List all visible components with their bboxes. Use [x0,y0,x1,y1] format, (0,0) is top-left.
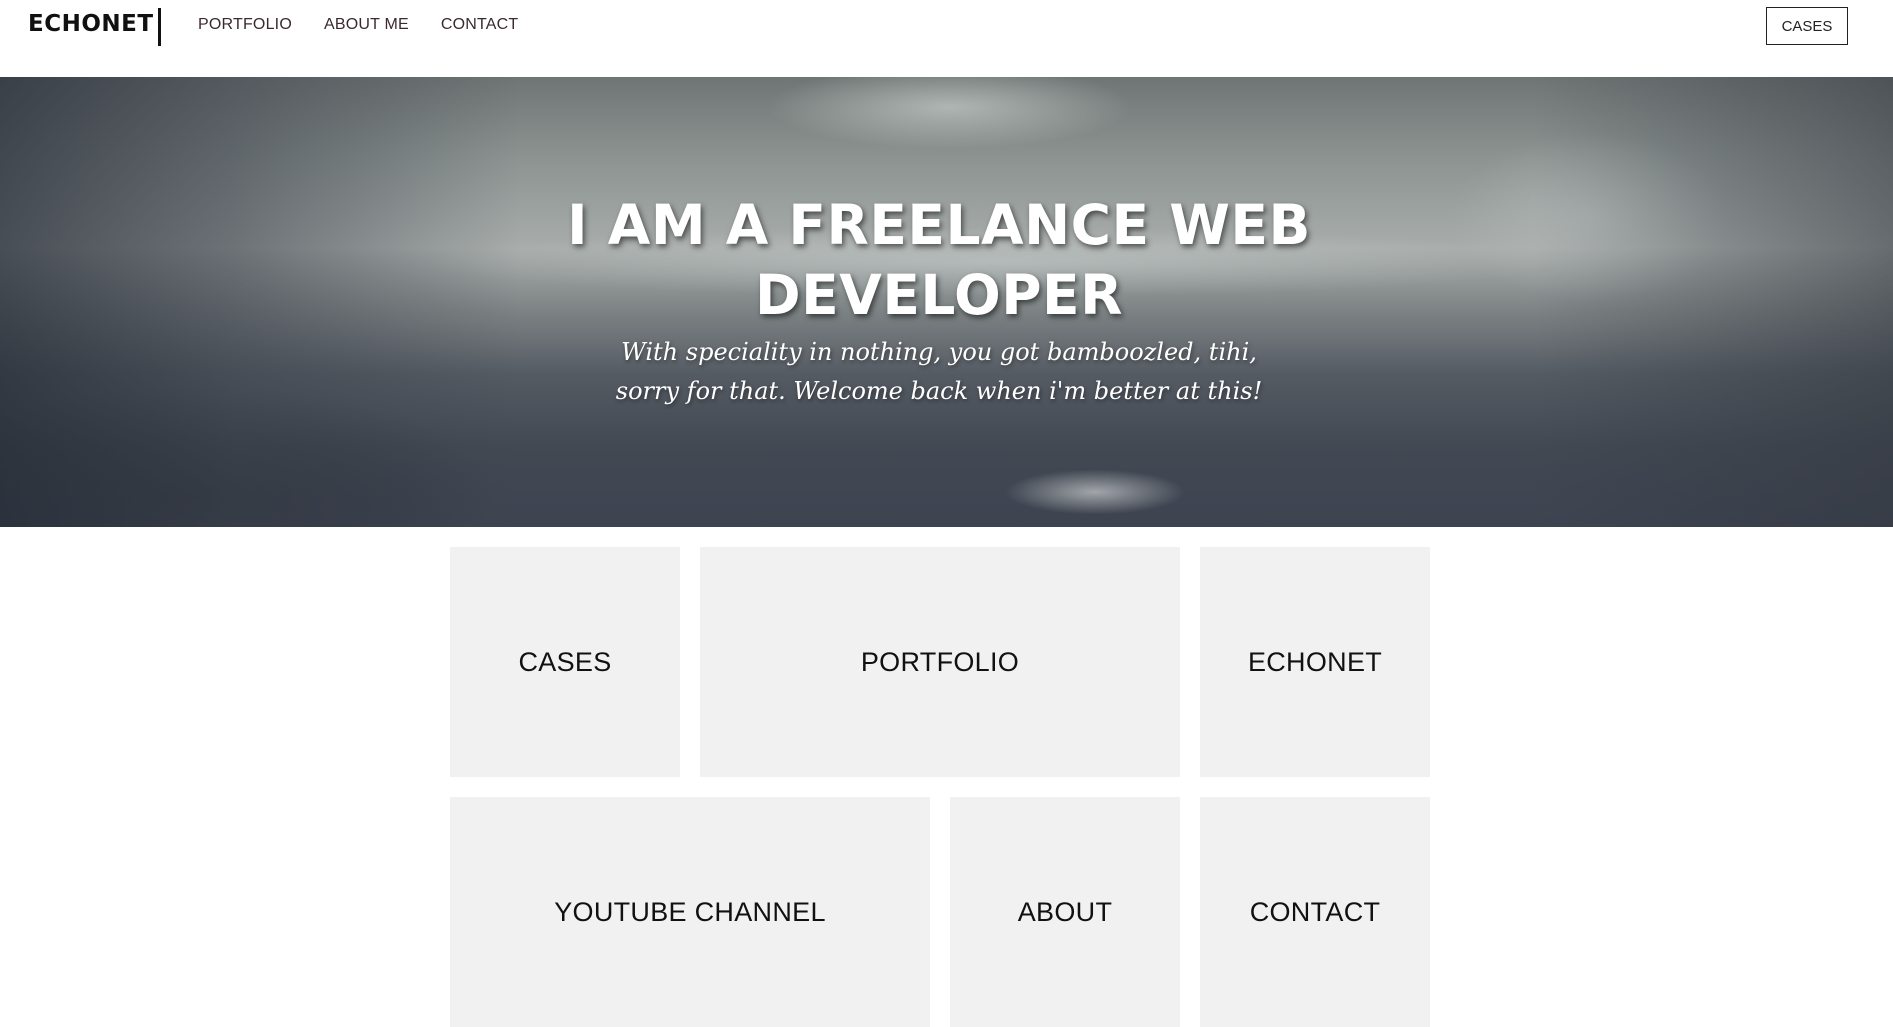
tile-youtube-channel[interactable]: YOUTUBE CHANNEL [450,797,930,1027]
tile-label: ECHONET [1247,646,1383,677]
tile-label: CONTACT [1249,896,1381,927]
hero-title-line-1: I AM A FREELANCE WEB [567,193,1311,257]
tile-label: PORTFOLIO [860,646,1020,677]
hero-title-line-2: DEVELOPER [755,263,1123,327]
tile-echonet[interactable]: ECHONET [1200,547,1430,777]
tile-label: CASES [518,646,612,677]
main-nav: PORTFOLIO ABOUT ME CONTACT [198,16,518,34]
tile-label: ABOUT [1017,896,1113,927]
nav-link-contact[interactable]: CONTACT [441,16,519,34]
brand-logo[interactable]: ECHONET [28,11,154,37]
tile-label: YOUTUBE CHANNEL [554,896,826,927]
cases-button[interactable]: CASES [1766,7,1848,45]
site-header: ECHONET PORTFOLIO ABOUT ME CONTACT CASES [0,0,1893,77]
brand-divider [158,8,161,46]
tile-cases[interactable]: CASES [450,547,680,777]
tile-contact[interactable]: CONTACT [1200,797,1430,1027]
nav-link-portfolio[interactable]: PORTFOLIO [198,16,292,34]
tile-about[interactable]: ABOUT [950,797,1180,1027]
hero-subtitle: With speciality in nothing, you got bamb… [0,333,1878,411]
nav-link-about-me[interactable]: ABOUT ME [324,16,409,34]
hero-subtitle-line-1: With speciality in nothing, you got bamb… [621,338,1257,366]
hero-subtitle-line-2: sorry for that. Welcome back when i'm be… [615,377,1263,405]
tile-portfolio[interactable]: PORTFOLIO [700,547,1180,777]
hero-banner: I AM A FREELANCE WEB DEVELOPER With spec… [0,77,1893,527]
hero-title: I AM A FREELANCE WEB DEVELOPER [0,190,1878,330]
